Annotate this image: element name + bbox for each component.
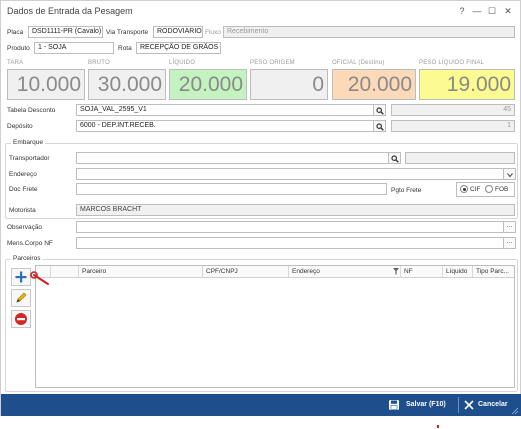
grid-select-column[interactable] xyxy=(50,266,78,277)
doc-frete-label: Doc Frete xyxy=(9,186,38,193)
close-icon[interactable]: ✕ xyxy=(502,5,514,17)
endereco-dropdown-button[interactable] xyxy=(504,168,516,180)
column-liquido[interactable]: Líquido xyxy=(442,266,472,277)
footer-bar: Salvar (F10) Cancelar xyxy=(1,394,521,416)
oficial-value: 20.000 xyxy=(332,69,416,100)
tara-value: 10.000 xyxy=(7,69,85,100)
edit-partner-button[interactable] xyxy=(11,289,31,307)
mens-corpo-nf-more-button[interactable]: ... xyxy=(504,237,516,249)
column-nf[interactable]: NF xyxy=(400,266,442,277)
peso-liquido-final-value: 19.000 xyxy=(419,69,515,100)
column-cpf-cnpj[interactable]: CPF/CNPJ xyxy=(202,266,288,277)
tabela-desconto-label: Tabela Desconto xyxy=(7,107,56,114)
pencil-icon xyxy=(16,292,27,303)
fob-radio[interactable] xyxy=(485,185,493,193)
cancel-label: Cancelar xyxy=(478,401,508,408)
mens-corpo-nf-field[interactable] xyxy=(76,237,504,249)
search-icon xyxy=(376,123,384,131)
weighing-entry-window: Dados de Entrada da Pesagem ? — ☐ ✕ Plac… xyxy=(0,0,521,416)
transportador-field[interactable] xyxy=(76,152,389,164)
cif-label: CIF xyxy=(470,186,481,193)
transportador-label: Transportador xyxy=(9,155,50,162)
deposito-field[interactable]: 6000 - DEP.INT.RECEB. xyxy=(76,120,374,132)
remove-icon xyxy=(15,313,27,325)
footer-divider xyxy=(458,397,459,413)
fluxo-field: Recebimento xyxy=(223,26,515,38)
resize-grip-icon[interactable] xyxy=(510,406,519,415)
bruto-value: 30.000 xyxy=(88,69,166,100)
floppy-disk-icon xyxy=(389,400,399,410)
mens-corpo-nf-label: Mens.Corpo NF xyxy=(7,240,53,247)
pgto-frete-label: Pgto Frete xyxy=(391,187,422,194)
deposito-label: Depósito xyxy=(7,123,33,130)
observacao-field[interactable] xyxy=(76,221,504,233)
tabela-desconto-field[interactable]: SOJA_VAL_2595_V1 xyxy=(76,104,374,116)
column-tipo-parceiro[interactable]: Tipo Parc... xyxy=(472,266,514,277)
minimize-icon[interactable]: — xyxy=(471,5,483,17)
window-title: Dados de Entrada da Pesagem xyxy=(7,6,133,16)
save-label: Salvar (F10) xyxy=(406,401,446,408)
parceiros-group-title: Parceiros xyxy=(11,255,43,262)
tabela-search-button[interactable] xyxy=(374,104,386,116)
plus-icon xyxy=(15,271,27,283)
produto-field[interactable]: 1 - SOJA xyxy=(34,42,114,54)
column-endereco[interactable]: Endereço xyxy=(288,266,400,277)
observacao-label: Observação xyxy=(7,224,43,231)
doc-frete-field[interactable] xyxy=(76,183,387,195)
observacao-more-button[interactable]: ... xyxy=(504,221,516,233)
motorista-field: MARCOS BRACHT xyxy=(76,204,515,216)
motorista-label: Motorista xyxy=(9,207,36,214)
help-icon[interactable]: ? xyxy=(456,5,468,17)
fluxo-label: Fluxo xyxy=(205,29,221,36)
via-transporte-field[interactable]: RODOVIARIO xyxy=(153,26,203,38)
remove-partner-button[interactable] xyxy=(11,310,31,328)
column-filter-icon[interactable] xyxy=(393,268,399,277)
liquido-value: 20.000 xyxy=(169,69,247,100)
deposito-side-field: 1 xyxy=(391,120,515,132)
via-transporte-label: Via Transporte xyxy=(106,29,149,36)
maximize-icon[interactable]: ☐ xyxy=(486,5,498,17)
close-icon xyxy=(464,400,474,410)
column-parceiro[interactable]: Parceiro xyxy=(78,266,202,277)
peso-liquido-final-label: PESO LÍQUIDO FINAL xyxy=(419,60,485,66)
tara-label: TARA xyxy=(7,60,24,66)
title-bar: Dados de Entrada da Pesagem ? — ☐ ✕ xyxy=(1,1,520,21)
search-icon xyxy=(391,155,399,163)
grid-header: Parceiro CPF/CNPJ Endereço NF Líquido Ti… xyxy=(36,266,514,278)
cancel-button[interactable]: Cancelar xyxy=(464,397,514,413)
save-button[interactable]: Salvar (F10) xyxy=(389,397,457,413)
chevron-down-icon xyxy=(507,173,513,178)
bruto-label: BRUTO xyxy=(88,60,110,66)
placa-label: Placa xyxy=(7,29,24,36)
embarque-group-title: Embarque xyxy=(11,139,45,146)
oficial-label: OFICIAL (Destino) xyxy=(332,60,385,66)
annotation-arrow-icon xyxy=(30,271,49,285)
produto-label: Produto xyxy=(7,45,30,52)
parceiros-grid[interactable]: Parceiro CPF/CNPJ Endereço NF Líquido Ti… xyxy=(35,265,515,388)
peso-origem-label: PESO ORIGEM xyxy=(250,60,295,66)
transportador-side-field xyxy=(405,152,515,164)
rota-field[interactable]: RECEPÇÃO DE GRÃOS xyxy=(136,42,221,54)
tabela-side-field: 45 xyxy=(391,104,515,116)
placa-field[interactable]: DSD1111-PR (Cavalo) xyxy=(28,26,103,38)
annotation-mark xyxy=(437,425,439,428)
rota-label: Rota xyxy=(118,45,132,52)
deposito-search-button[interactable] xyxy=(374,120,386,132)
liquido-label: LÍQUIDO xyxy=(169,60,196,66)
search-icon xyxy=(376,107,384,115)
endereco-dropdown[interactable] xyxy=(76,168,504,180)
transportador-search-button[interactable] xyxy=(389,152,401,164)
peso-origem-value: 0 xyxy=(250,69,328,100)
cif-radio[interactable] xyxy=(460,185,468,193)
fob-label: FOB xyxy=(495,186,509,193)
endereco-label: Endereço xyxy=(9,171,37,178)
